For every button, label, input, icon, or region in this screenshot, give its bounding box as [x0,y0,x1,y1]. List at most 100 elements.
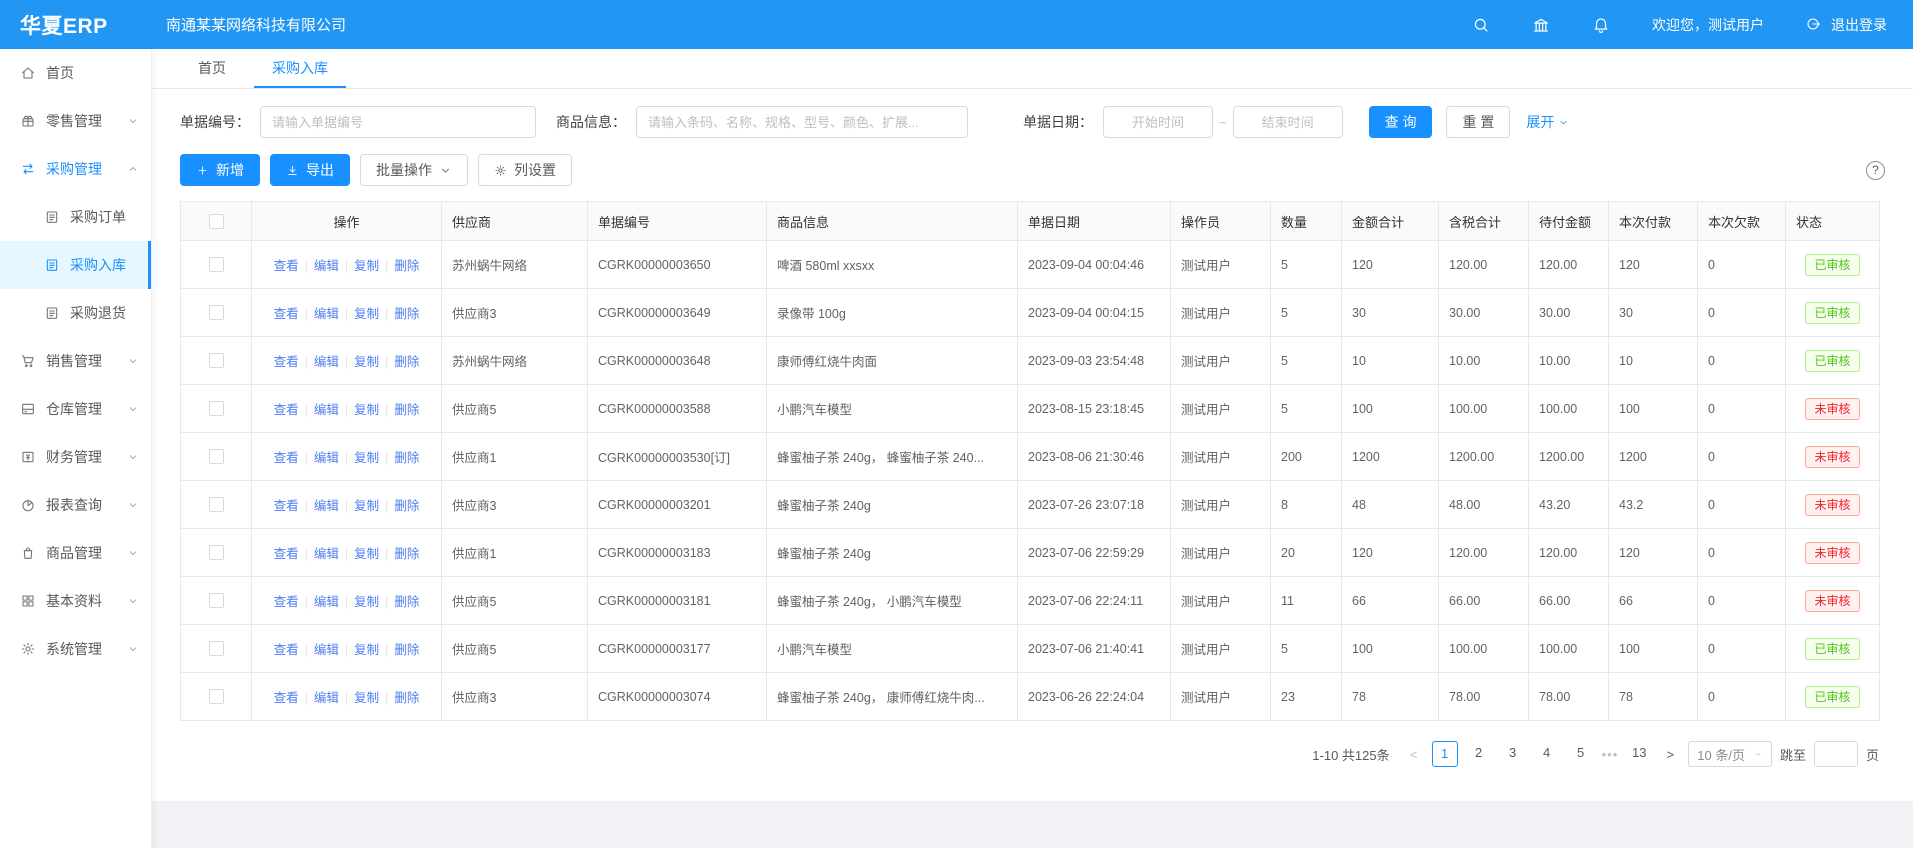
column-settings-button[interactable]: 列设置 [478,154,572,186]
sidebar-item-sales[interactable]: 销售管理 [0,337,151,385]
sidebar-item-label: 仓库管理 [46,399,102,419]
row-action-delete[interactable]: 删除 [394,643,419,657]
bell-icon[interactable] [1592,16,1610,34]
sidebar-item-purchase-return[interactable]: 采购退货 [0,289,151,337]
row-action-copy[interactable]: 复制 [354,451,379,465]
cell-amount_total: 30 [1342,289,1439,337]
page-button-2[interactable]: 2 [1466,741,1492,767]
sidebar-item-warehouse[interactable]: 仓库管理 [0,385,151,433]
sidebar-item-finance[interactable]: 财务管理 [0,433,151,481]
prev-page-button[interactable]: < [1404,747,1424,762]
page-button-4[interactable]: 4 [1534,741,1560,767]
row-action-view[interactable]: 查看 [274,307,299,321]
row-checkbox[interactable] [209,497,224,512]
sidebar-item-purchase[interactable]: 采购管理 [0,145,151,193]
row-action-copy[interactable]: 复制 [354,595,379,609]
sidebar-item-retail[interactable]: 零售管理 [0,97,151,145]
add-button[interactable]: 新增 [180,154,260,186]
row-action-view[interactable]: 查看 [274,355,299,369]
row-action-view[interactable]: 查看 [274,547,299,561]
search-button[interactable]: 查 询 [1369,106,1433,138]
row-checkbox[interactable] [209,401,224,416]
row-action-copy[interactable]: 复制 [354,259,379,273]
row-action-edit[interactable]: 编辑 [314,595,339,609]
sidebar-item-goods[interactable]: 商品管理 [0,529,151,577]
page-button-1[interactable]: 1 [1432,741,1458,767]
row-action-edit[interactable]: 编辑 [314,451,339,465]
row-action-view[interactable]: 查看 [274,403,299,417]
tab-home[interactable]: 首页 [180,49,244,88]
row-action-copy[interactable]: 复制 [354,355,379,369]
jump-page-input[interactable] [1814,741,1858,767]
row-action-edit[interactable]: 编辑 [314,259,339,273]
tab-purchase-in[interactable]: 采购入库 [254,49,346,88]
row-checkbox[interactable] [209,257,224,272]
row-checkbox[interactable] [209,353,224,368]
cell-doc_no: CGRK00000003181 [588,577,767,625]
sidebar-item-purchase-order[interactable]: 采购订单 [0,193,151,241]
row-action-edit[interactable]: 编辑 [314,403,339,417]
row-action-edit[interactable]: 编辑 [314,547,339,561]
batch-actions-button[interactable]: 批量操作 [360,154,468,186]
row-action-delete[interactable]: 删除 [394,547,419,561]
row-action-delete[interactable]: 删除 [394,451,419,465]
row-action-copy[interactable]: 复制 [354,499,379,513]
ellipsis[interactable]: ••• [1602,747,1619,762]
sidebar-item-purchase-in[interactable]: 采购入库 [0,241,151,289]
doc-no-input[interactable] [260,106,536,138]
row-action-view[interactable]: 查看 [274,451,299,465]
date-start-input[interactable] [1103,106,1213,138]
row-action-view[interactable]: 查看 [274,691,299,705]
expand-link[interactable]: 展开 [1526,112,1569,132]
reset-button[interactable]: 重 置 [1446,106,1510,138]
row-action-edit[interactable]: 编辑 [314,499,339,513]
page-button-13[interactable]: 13 [1626,741,1652,767]
row-checkbox[interactable] [209,449,224,464]
row-action-edit[interactable]: 编辑 [314,355,339,369]
column-header: 含税合计 [1439,202,1529,241]
sidebar-item-home[interactable]: 首页 [0,49,151,97]
logout-button[interactable]: 退出登录 [1806,15,1887,35]
row-action-view[interactable]: 查看 [274,595,299,609]
row-action-copy[interactable]: 复制 [354,547,379,561]
row-checkbox[interactable] [209,545,224,560]
row-action-copy[interactable]: 复制 [354,643,379,657]
platform-icon[interactable] [1532,16,1550,34]
row-action-delete[interactable]: 删除 [394,403,419,417]
cell-doc_no: CGRK00000003530[订] [588,433,767,481]
row-checkbox[interactable] [209,305,224,320]
row-action-copy[interactable]: 复制 [354,403,379,417]
row-checkbox[interactable] [209,593,224,608]
row-checkbox[interactable] [209,689,224,704]
row-action-delete[interactable]: 删除 [394,691,419,705]
row-action-delete[interactable]: 删除 [394,499,419,513]
cell-qty: 5 [1271,241,1342,289]
sidebar-item-basic[interactable]: 基本资料 [0,577,151,625]
row-action-edit[interactable]: 编辑 [314,643,339,657]
search-icon[interactable] [1472,16,1490,34]
date-end-input[interactable] [1233,106,1343,138]
export-button[interactable]: 导出 [270,154,350,186]
page-button-3[interactable]: 3 [1500,741,1526,767]
row-action-delete[interactable]: 删除 [394,595,419,609]
row-action-edit[interactable]: 编辑 [314,307,339,321]
row-action-edit[interactable]: 编辑 [314,691,339,705]
row-action-copy[interactable]: 复制 [354,691,379,705]
row-action-delete[interactable]: 删除 [394,355,419,369]
page-size-select[interactable]: 10 条/页 [1688,741,1772,767]
page-button-5[interactable]: 5 [1568,741,1594,767]
cell-doc_no: CGRK00000003183 [588,529,767,577]
row-action-view[interactable]: 查看 [274,499,299,513]
select-all-checkbox[interactable] [209,214,224,229]
row-action-view[interactable]: 查看 [274,259,299,273]
row-action-copy[interactable]: 复制 [354,307,379,321]
sidebar-item-report[interactable]: 报表查询 [0,481,151,529]
help-icon[interactable]: ? [1866,161,1885,180]
row-action-view[interactable]: 查看 [274,643,299,657]
sidebar-item-system[interactable]: 系统管理 [0,625,151,673]
row-checkbox[interactable] [209,641,224,656]
row-action-delete[interactable]: 删除 [394,307,419,321]
next-page-button[interactable]: > [1660,747,1680,762]
row-action-delete[interactable]: 删除 [394,259,419,273]
product-info-input[interactable] [636,106,968,138]
